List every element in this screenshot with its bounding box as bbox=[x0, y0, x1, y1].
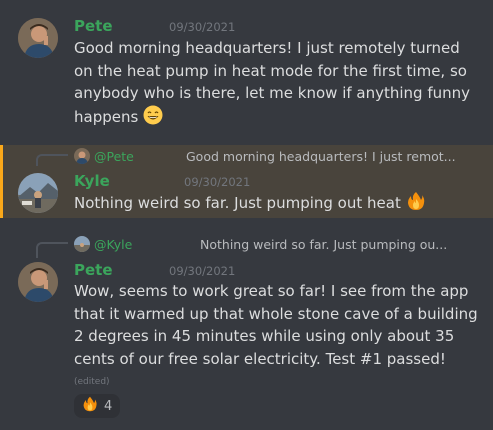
message-line: anybody who is there, let me know if any… bbox=[74, 84, 471, 102]
timestamp: 09/30/2021 bbox=[184, 175, 251, 189]
reply-preview-text[interactable]: Nothing weird so far. Just pumping ou... bbox=[200, 237, 447, 253]
reaction-count: 4 bbox=[104, 398, 113, 414]
reply-mention[interactable]: @Kyle bbox=[94, 237, 132, 253]
message-3: @Kyle Nothing weird so far. Just pumping… bbox=[0, 230, 493, 430]
message-line: on the heat pump in heat mode for the fi… bbox=[74, 61, 467, 80]
reply-connector bbox=[36, 154, 68, 166]
author-name[interactable]: Kyle bbox=[74, 172, 110, 190]
message-1: Pete 09/30/2021 Good morning headquarter… bbox=[0, 0, 493, 140]
message-line: that it warmed up that whole stone cave … bbox=[74, 304, 478, 323]
edited-indicator: (edited) bbox=[74, 377, 110, 387]
message-line: Nothing weird so far. Just pumping out h… bbox=[74, 194, 401, 212]
avatar-kyle[interactable] bbox=[18, 173, 58, 213]
author-name[interactable]: Pete bbox=[74, 17, 113, 35]
fire-emoji-icon bbox=[406, 191, 426, 218]
message-line: 2 degrees in 45 minutes while using only… bbox=[74, 327, 455, 345]
author-name[interactable]: Pete bbox=[74, 261, 113, 279]
fire-emoji-icon bbox=[82, 396, 98, 416]
message-text: Wow, seems to work great so far! I see f… bbox=[74, 280, 489, 370]
message-text: Good morning headquarters! I just remote… bbox=[74, 37, 484, 131]
reply-avatar-pete[interactable] bbox=[74, 148, 90, 164]
message-line: Good morning headquarters! I just remote… bbox=[74, 39, 460, 57]
reply-connector bbox=[36, 242, 68, 258]
reply-mention[interactable]: @Pete bbox=[94, 149, 134, 165]
avatar-pete[interactable] bbox=[18, 262, 58, 302]
message-text: Nothing weird so far. Just pumping out h… bbox=[74, 191, 426, 218]
grinning-emoji-icon bbox=[143, 105, 163, 132]
timestamp: 09/30/2021 bbox=[169, 264, 236, 278]
reply-avatar-kyle[interactable] bbox=[74, 236, 90, 252]
message-line: cents of our free solar electricity. Tes… bbox=[74, 349, 446, 368]
reply-preview-text[interactable]: Good morning headquarters! I just remot.… bbox=[186, 149, 456, 165]
timestamp: 09/30/2021 bbox=[169, 20, 236, 34]
message-line: happens bbox=[74, 107, 139, 126]
reaction-button[interactable]: 4 bbox=[74, 394, 121, 418]
avatar-pete[interactable] bbox=[18, 18, 58, 58]
message-line: Wow, seems to work great so far! I see f… bbox=[74, 282, 469, 300]
message-2: @Pete Good morning headquarters! I just … bbox=[0, 145, 493, 218]
